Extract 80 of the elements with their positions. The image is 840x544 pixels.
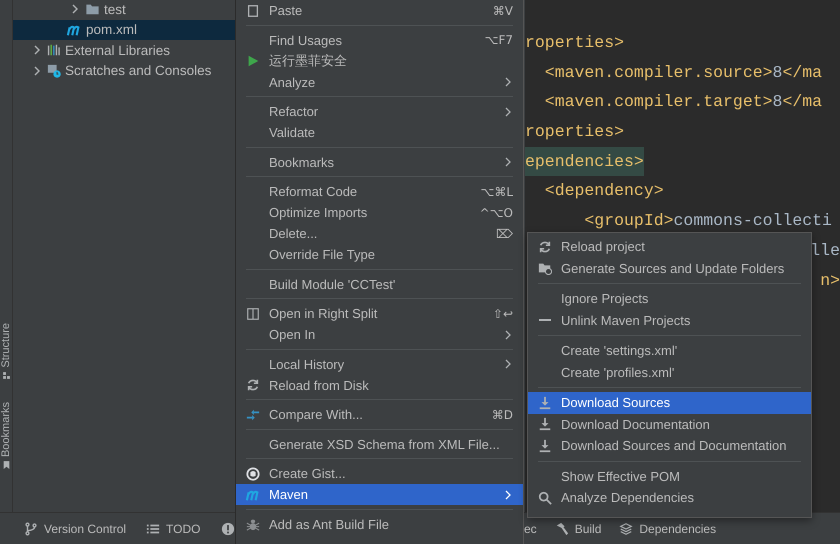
list-icon bbox=[146, 522, 160, 536]
menu-item[interactable]: Add as Ant Build File bbox=[236, 514, 523, 534]
menu-item[interactable]: Build Module 'CCTest' bbox=[236, 274, 523, 294]
library-icon bbox=[47, 43, 61, 58]
menu-item[interactable]: Create 'settings.xml' bbox=[528, 340, 811, 362]
menu-item[interactable]: Download Sources and Documentation bbox=[528, 435, 811, 456]
cat-logo-icon bbox=[246, 466, 260, 480]
structure-icon bbox=[2, 370, 10, 380]
tool-window-tab[interactable]: Structure bbox=[0, 323, 12, 368]
menu-item[interactable]: Validate bbox=[236, 122, 523, 143]
menu-item[interactable]: Maven bbox=[236, 484, 523, 505]
tool-window-tab[interactable]: Build bbox=[554, 522, 602, 536]
menu-item[interactable]: Unlink Maven Projects bbox=[528, 310, 811, 331]
menu-item[interactable]: Local History bbox=[236, 354, 523, 374]
tool-window-tab[interactable]: Dependencies bbox=[619, 522, 716, 536]
menu-item[interactable]: Download Documentation bbox=[528, 414, 811, 435]
tree-item[interactable]: Scratches and Consoles bbox=[13, 60, 235, 81]
refresh-icon bbox=[246, 378, 260, 392]
tree-item[interactable]: test bbox=[13, 0, 235, 20]
menu-item[interactable]: Download Sources bbox=[528, 392, 811, 414]
m-logo-icon bbox=[244, 488, 260, 502]
menu-item[interactable]: Refactor bbox=[236, 101, 523, 122]
menu-item[interactable]: Optimize Imports ^⌥O bbox=[236, 202, 523, 223]
tool-window-tab[interactable]: ec bbox=[524, 522, 537, 536]
code-line: roperties> bbox=[525, 32, 624, 54]
folder-icon bbox=[538, 261, 552, 276]
menu-item[interactable]: Reload project bbox=[528, 236, 811, 258]
tool-window-tab[interactable] bbox=[220, 522, 234, 536]
menu-item[interactable]: Open in Right Split ⇧↩ bbox=[236, 303, 523, 324]
bookmark-icon bbox=[2, 460, 10, 470]
download-icon bbox=[538, 417, 552, 432]
tool-window-tab[interactable]: TODO bbox=[146, 522, 200, 536]
arrows-icon bbox=[246, 408, 260, 422]
search-icon bbox=[538, 490, 552, 505]
menu-item[interactable]: Analyze Dependencies bbox=[528, 487, 811, 508]
menu-item[interactable]: Create Gist... bbox=[236, 463, 523, 484]
clipboard-icon bbox=[246, 4, 260, 18]
menu-item[interactable]: Generate XSD Schema from XML File... bbox=[236, 434, 523, 454]
code-line: lle bbox=[810, 240, 840, 262]
split-view-icon bbox=[246, 306, 260, 320]
tool-window-tab[interactable]: Version Control bbox=[24, 522, 126, 536]
menu-item[interactable]: Bookmarks bbox=[236, 152, 523, 172]
code-line: <maven.compiler.target>8</ma bbox=[544, 91, 822, 114]
menu-item[interactable]: Reload from Disk bbox=[236, 374, 523, 396]
menu-item[interactable]: Override File Type bbox=[236, 244, 523, 265]
menu-item[interactable]: Analyze bbox=[236, 72, 523, 92]
console-clock-icon bbox=[47, 64, 61, 78]
chevron-icon[interactable] bbox=[33, 45, 41, 56]
download-icon bbox=[538, 438, 552, 453]
download-icon bbox=[538, 396, 552, 410]
tree-item[interactable]: External Libraries bbox=[13, 40, 235, 60]
bug-icon bbox=[246, 517, 260, 531]
menu-item[interactable]: Ignore Projects bbox=[528, 288, 811, 310]
tool-window-tab[interactable]: Bookmarks bbox=[0, 402, 12, 457]
menu-item[interactable]: Reformat Code ⌥⌘L bbox=[236, 181, 523, 202]
menu-item[interactable]: Create 'profiles.xml' bbox=[528, 362, 811, 383]
layers-icon bbox=[619, 522, 634, 536]
code-line: roperties> bbox=[525, 121, 624, 144]
menu-item[interactable]: Paste ⌘V bbox=[236, 0, 523, 21]
chevron-icon[interactable] bbox=[71, 4, 79, 14]
code-line: <maven.compiler.source>8</ma bbox=[544, 62, 822, 84]
code-line: <dependency> bbox=[544, 180, 664, 202]
menu-item[interactable]: Show Effective POM bbox=[528, 466, 811, 487]
play-icon bbox=[246, 54, 260, 68]
minus-icon bbox=[538, 319, 550, 322]
hammer-icon bbox=[554, 522, 569, 536]
chevron-icon[interactable] bbox=[33, 66, 41, 76]
menu-item[interactable]: Compare With... ⌘D bbox=[236, 404, 523, 425]
menu-item[interactable]: 运行墨菲安全 bbox=[236, 50, 523, 72]
m-logo-icon bbox=[66, 22, 82, 37]
menu-item[interactable]: Generate Sources and Update Folders bbox=[528, 258, 811, 279]
folder-icon bbox=[85, 2, 100, 16]
tree-item[interactable]: pom.xml bbox=[13, 20, 235, 40]
menu-item[interactable]: Delete... ⌦ bbox=[236, 223, 523, 244]
menu-item[interactable]: Find Usages ⌥F7 bbox=[236, 30, 523, 50]
branch-icon bbox=[24, 522, 38, 536]
code-line: n> bbox=[820, 270, 840, 292]
refresh-icon bbox=[538, 240, 552, 254]
menu-item[interactable]: Open In bbox=[236, 324, 523, 345]
code-line: <groupId>commons-collecti bbox=[583, 210, 832, 232]
